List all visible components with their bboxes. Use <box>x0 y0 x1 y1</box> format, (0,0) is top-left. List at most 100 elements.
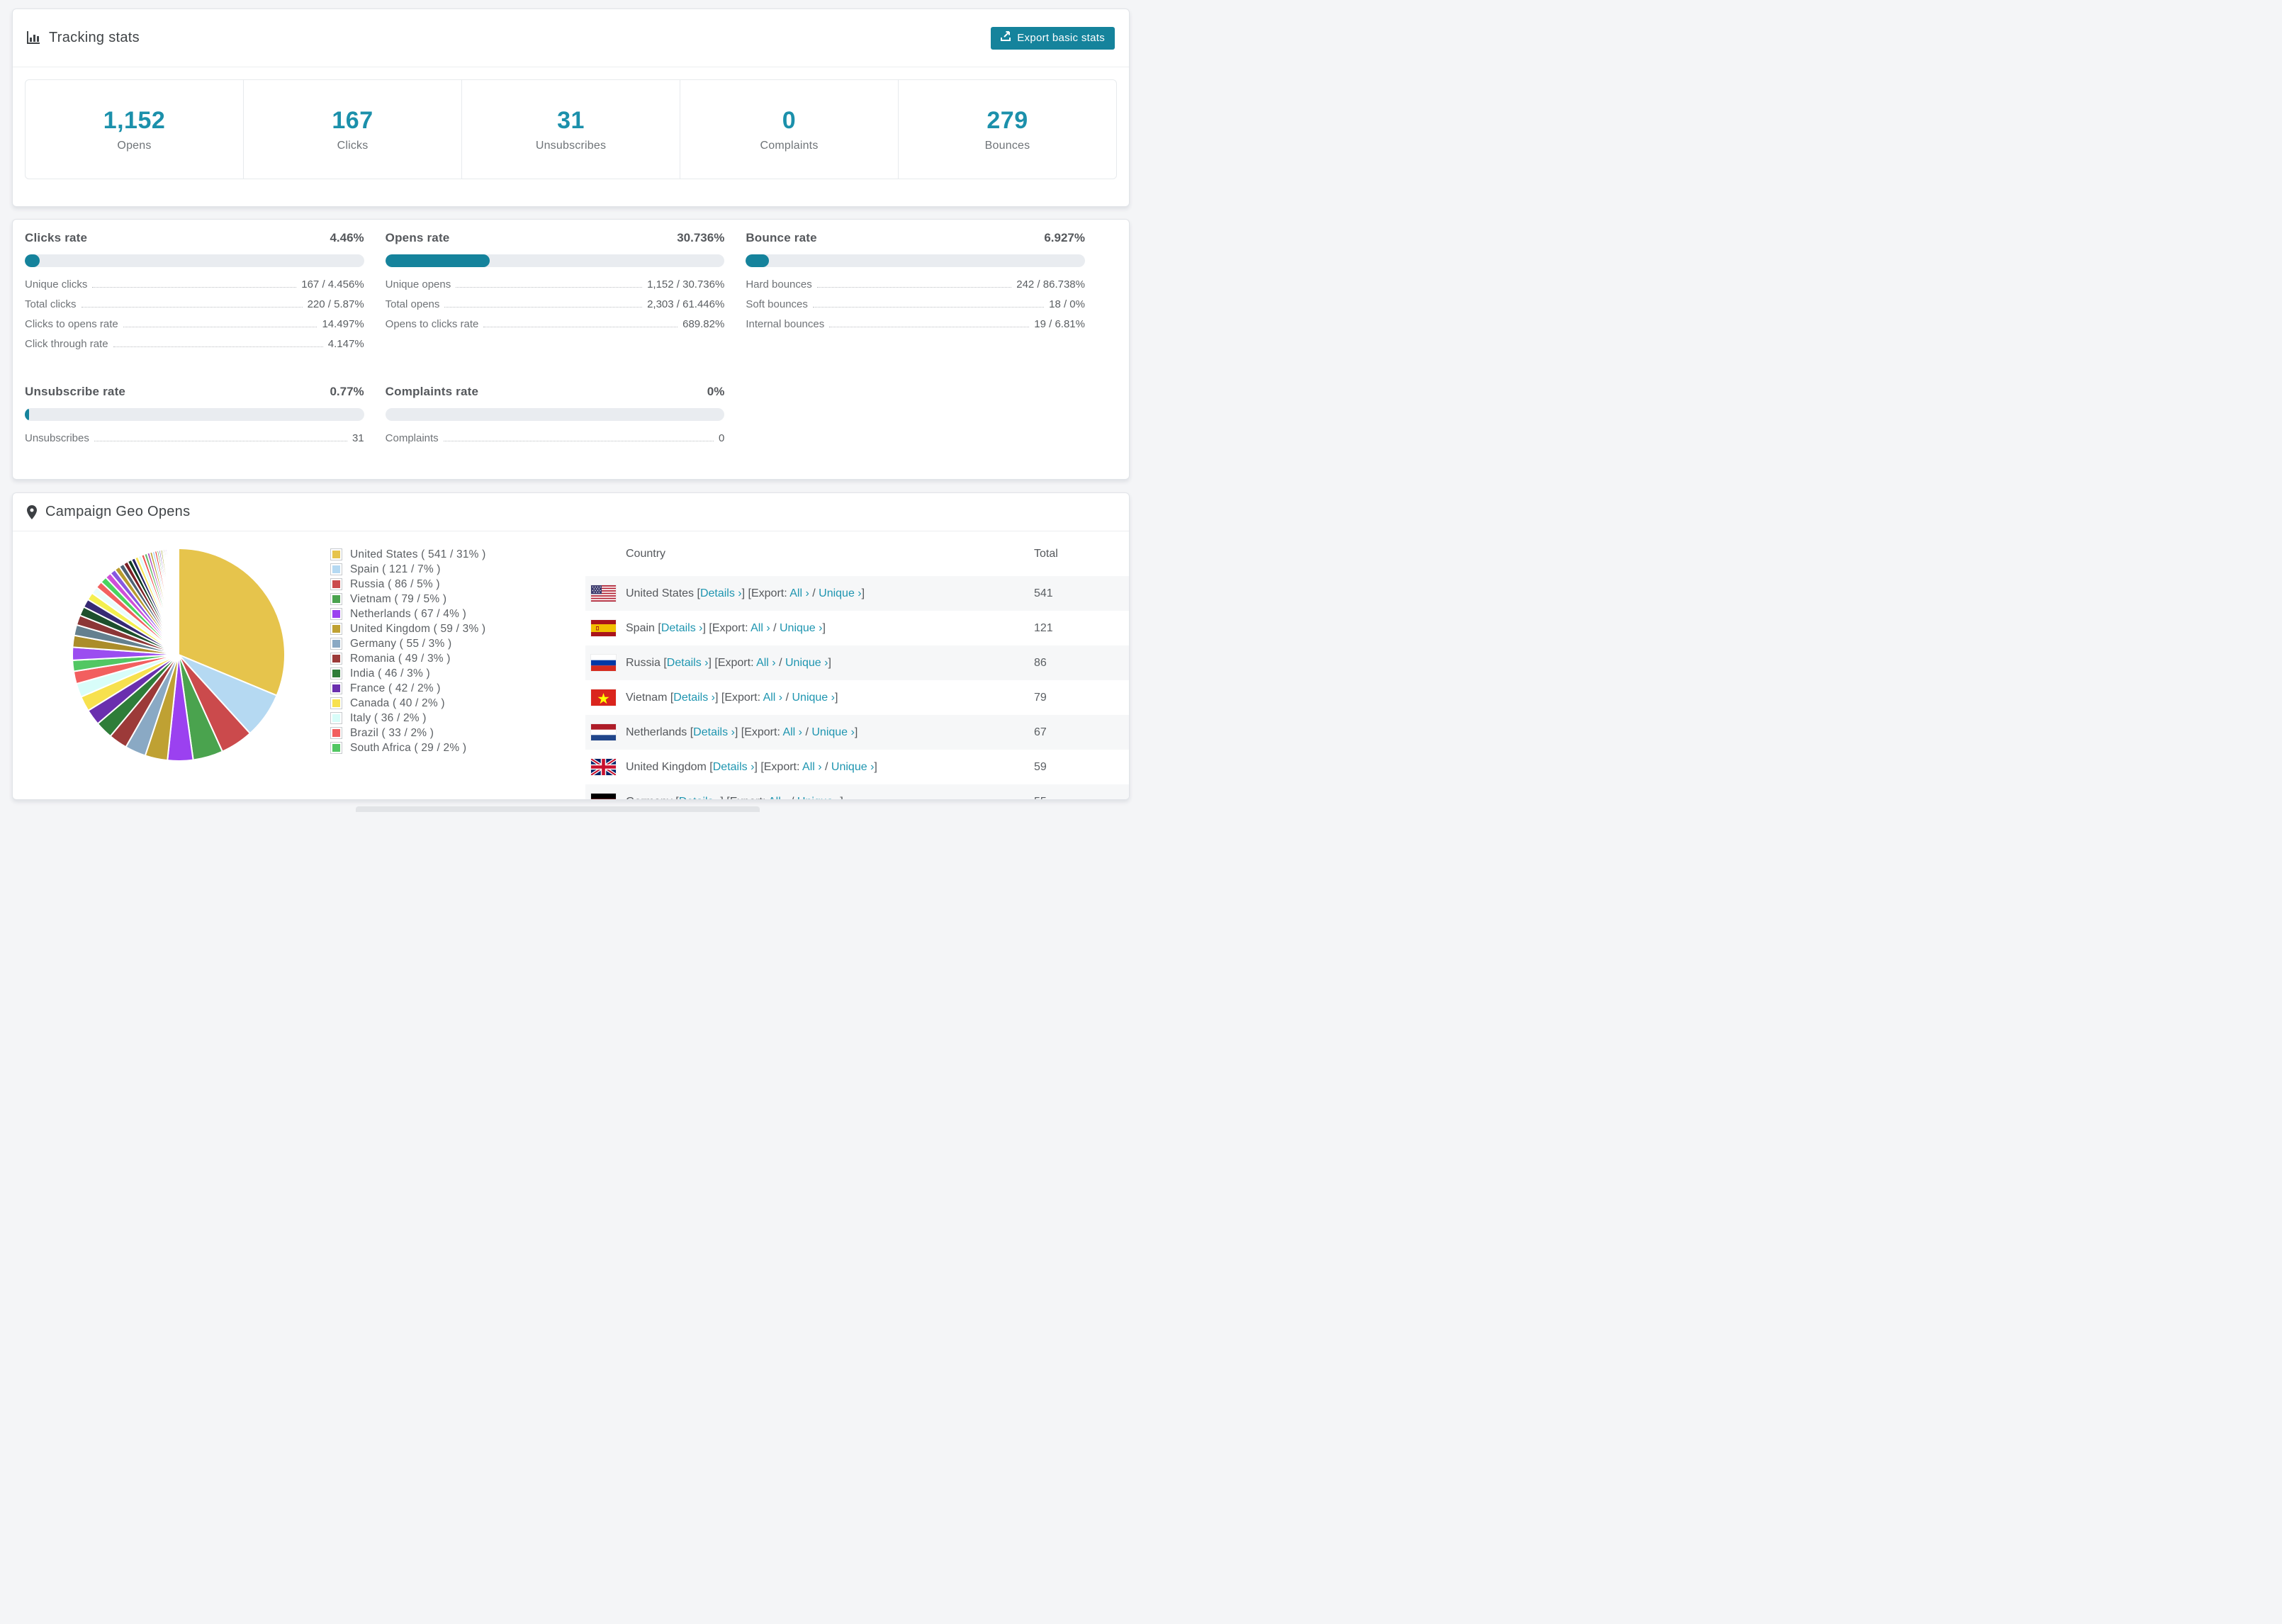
export-basic-stats-button[interactable]: Export basic stats <box>991 26 1115 50</box>
export-unique-link[interactable]: Unique › <box>785 657 828 669</box>
legend-label: United States ( 541 / 31% ) <box>350 548 486 560</box>
table-row: Vietnam [Details ›] [Export: All › / Uni… <box>585 680 1129 715</box>
rate-rows: Complaints 0 <box>386 432 725 452</box>
rate-row: Clicks to opens rate 14.497% <box>25 318 364 338</box>
rate-row-label: Soft bounces <box>746 298 808 310</box>
legend-label: Spain ( 121 / 7% ) <box>350 563 441 575</box>
geo-opens-pie-chart <box>68 544 289 765</box>
legend-item: Russia ( 86 / 5% ) <box>330 577 486 592</box>
legend-swatch-color <box>332 714 340 722</box>
rate-title: Clicks rate <box>25 231 88 244</box>
progress-bar <box>385 254 725 267</box>
legend-label: Romania ( 49 / 3% ) <box>350 652 451 665</box>
legend-swatch <box>330 667 342 680</box>
rate-percent: 0% <box>707 385 725 398</box>
legend-item: Netherlands ( 67 / 4% ) <box>330 607 486 621</box>
details-link[interactable]: Details › <box>693 726 735 738</box>
summary-stats-row: 1,152 Opens 167 Clicks 31 Unsubscribes 0 Compla… <box>25 79 1117 179</box>
rate-panel: Clicks rate 4.46% Unique clicks 167 / 4.456… <box>25 231 364 358</box>
stat-value: 0 <box>782 106 797 134</box>
dotted-leader <box>444 307 643 308</box>
rate-row: Complaints 0 <box>386 432 725 452</box>
details-link[interactable]: Details › <box>673 692 715 704</box>
country-column-header: Country <box>626 547 666 560</box>
country-cell: Spain [Details ›] [Export: All › / Uniqu… <box>626 621 826 634</box>
export-all-link[interactable]: All › <box>789 587 809 599</box>
rate-title-row: Complaints rate 0% <box>386 385 725 399</box>
stat-value: 31 <box>557 106 585 134</box>
rate-title-row: Opens rate 30.736% <box>386 231 725 245</box>
export-unique-link[interactable]: Unique › <box>819 587 861 599</box>
export-all-link[interactable]: All › <box>751 622 770 634</box>
legend-swatch <box>330 653 342 665</box>
details-link[interactable]: Details › <box>661 622 703 634</box>
export-all-link[interactable]: All › <box>782 726 802 738</box>
country-cell: United States [Details ›] [Export: All ›… <box>626 587 865 599</box>
export-all-link[interactable]: All › <box>756 657 776 669</box>
details-link[interactable]: Details › <box>700 587 742 599</box>
tracking-stats-card: Tracking stats Export basic stats 1,152 O… <box>12 9 1130 207</box>
legend-item: United States ( 541 / 31% ) <box>330 547 486 562</box>
legend-swatch-color <box>332 610 340 618</box>
summary-stat: 0 Complaints <box>680 80 898 179</box>
rate-rows: Unique opens 1,152 / 30.736% Total opens 2,… <box>386 278 725 338</box>
bottom-scrollbar[interactable] <box>356 806 760 812</box>
legend-swatch-color <box>332 551 340 558</box>
legend-swatch-color <box>332 670 340 677</box>
details-link[interactable]: Details › <box>713 761 755 773</box>
details-link[interactable]: Details › <box>679 796 721 800</box>
legend-item: South Africa ( 29 / 2% ) <box>330 740 486 755</box>
legend-swatch-color <box>332 625 340 633</box>
geo-title: Campaign Geo Opens <box>27 504 190 520</box>
export-unique-link[interactable]: Unique › <box>831 761 874 773</box>
rate-row-value: 220 / 5.87% <box>307 298 364 310</box>
legend-item: United Kingdom ( 59 / 3% ) <box>330 621 486 636</box>
rate-row: Soft bounces 18 / 0% <box>746 298 1085 318</box>
rate-row-label: Unique clicks <box>25 278 88 291</box>
table-row: Netherlands [Details ›] [Export: All › /… <box>585 715 1129 750</box>
rate-row-value: 4.147% <box>327 338 364 350</box>
progress-fill <box>746 254 770 267</box>
details-link[interactable]: Details › <box>667 657 709 669</box>
progress-fill <box>385 254 490 267</box>
rate-row: Click through rate 4.147% <box>25 338 364 358</box>
stat-value: 279 <box>987 106 1028 134</box>
legend-item: Spain ( 121 / 7% ) <box>330 562 486 577</box>
rate-row: Unique clicks 167 / 4.456% <box>25 278 364 298</box>
legend-label: Italy ( 36 / 2% ) <box>350 711 427 724</box>
rate-row-value: 19 / 6.81% <box>1034 318 1085 330</box>
export-unique-link[interactable]: Unique › <box>811 726 854 738</box>
rate-percent: 0.77% <box>330 385 364 398</box>
legend-label: Canada ( 40 / 2% ) <box>350 697 445 709</box>
legend-label: India ( 46 / 3% ) <box>350 667 430 680</box>
summary-stat: 167 Clicks <box>243 80 461 179</box>
progress-fill <box>25 254 40 267</box>
export-all-link[interactable]: All › <box>768 796 788 800</box>
summary-stat: 279 Bounces <box>898 80 1116 179</box>
legend-label: Netherlands ( 67 / 4% ) <box>350 607 466 620</box>
legend-swatch-color <box>332 595 340 603</box>
total-column-header: Total <box>1034 547 1058 560</box>
pie-slice <box>177 547 179 655</box>
rate-row-label: Internal bounces <box>746 318 825 330</box>
rate-rows: Hard bounces 242 / 86.738% Soft bounces 18 … <box>746 278 1085 338</box>
rate-title: Complaints rate <box>385 385 479 398</box>
dotted-leader <box>92 287 297 288</box>
export-all-link[interactable]: All › <box>763 692 783 704</box>
rate-row-label: Unique opens <box>385 278 451 291</box>
legend-item: Germany ( 55 / 3% ) <box>330 636 486 651</box>
legend-swatch <box>330 593 342 605</box>
country-cell: Netherlands [Details ›] [Export: All › /… <box>626 726 858 738</box>
rate-row: Internal bounces 19 / 6.81% <box>746 318 1085 338</box>
total-cell: 121 <box>1034 621 1053 634</box>
export-unique-link[interactable]: Unique › <box>780 622 822 634</box>
table-row: United Kingdom [Details ›] [Export: All … <box>585 750 1129 784</box>
export-unique-link[interactable]: Unique › <box>792 692 834 704</box>
rate-row-value: 14.497% <box>322 318 364 330</box>
stat-label: Clicks <box>337 139 369 152</box>
export-unique-link[interactable]: Unique › <box>797 796 840 800</box>
export-all-link[interactable]: All › <box>802 761 822 773</box>
geo-country-table: Country Total United States [Details ›] … <box>585 531 1129 800</box>
legend-label: Russia ( 86 / 5% ) <box>350 577 440 590</box>
rate-row-value: 1,152 / 30.736% <box>647 278 725 291</box>
